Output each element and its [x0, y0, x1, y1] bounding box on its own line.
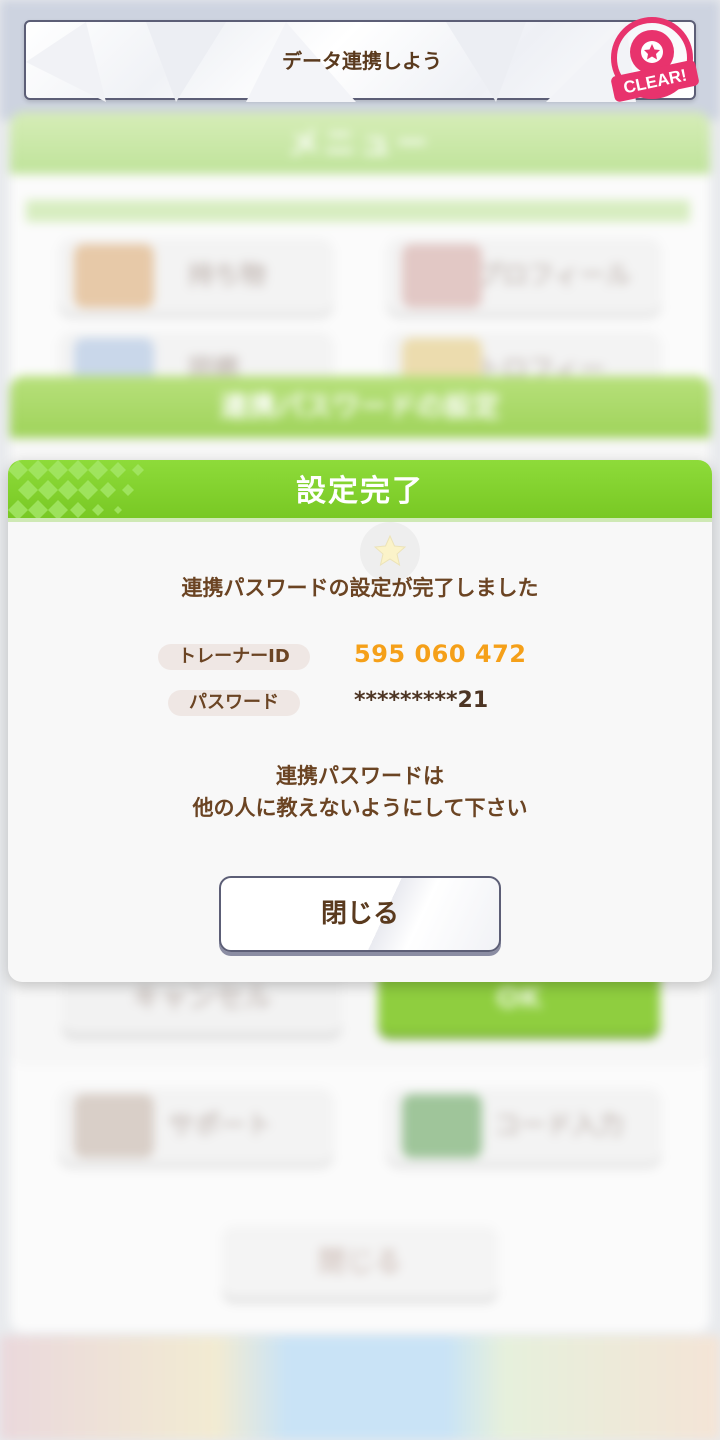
dialog-title: 設定完了 [296, 474, 424, 509]
menu-tile-label: 持ち物 [188, 261, 267, 291]
code-input-icon [402, 1094, 482, 1158]
clear-stamp-icon: CLEAR! [611, 17, 699, 102]
warning-line-2: 他の人に教えないようにして下さい [192, 796, 528, 820]
menu-tile-support: サポート [58, 1088, 334, 1164]
support-icon [74, 1094, 154, 1158]
trainer-id-value: 595 060 472 [354, 640, 527, 668]
setting-complete-dialog: 設定完了 連携パスワードの設定が完了しました トレーナーID 595 060 4… [8, 460, 712, 982]
password-label: パスワード [168, 690, 300, 716]
menu-tile-label: サポート [168, 1111, 273, 1141]
profile-icon [402, 244, 482, 308]
bottom-nav-bar [0, 1336, 720, 1440]
warning-line-1: 連携パスワードは [276, 764, 444, 788]
banner-title: データ連携しよう [282, 49, 442, 73]
menu-tile-items: 持ち物 [58, 238, 334, 314]
items-icon [74, 244, 154, 308]
menu-tile-code-input: コード入力 [386, 1088, 662, 1164]
menu-tile-label: コード入力 [494, 1111, 625, 1141]
dialog-header: 設定完了 [8, 460, 712, 522]
menu-tile-profile: プロフィール [386, 238, 662, 314]
password-panel-title: 連携パスワードの設定 [10, 376, 710, 438]
trainer-id-label: トレーナーID [158, 644, 310, 670]
menu-tile-label: プロフィール [476, 261, 632, 291]
mission-banner[interactable]: データ連携しよう CLEAR! [24, 17, 699, 102]
menu-close-button: 閉じる [222, 1226, 498, 1298]
password-value: *********21 [354, 688, 489, 713]
menu-title: メニュー [10, 112, 710, 174]
close-button[interactable]: 閉じる [219, 876, 501, 952]
completion-message: 連携パスワードの設定が完了しました [181, 576, 539, 600]
menu-section-bar [26, 200, 690, 222]
